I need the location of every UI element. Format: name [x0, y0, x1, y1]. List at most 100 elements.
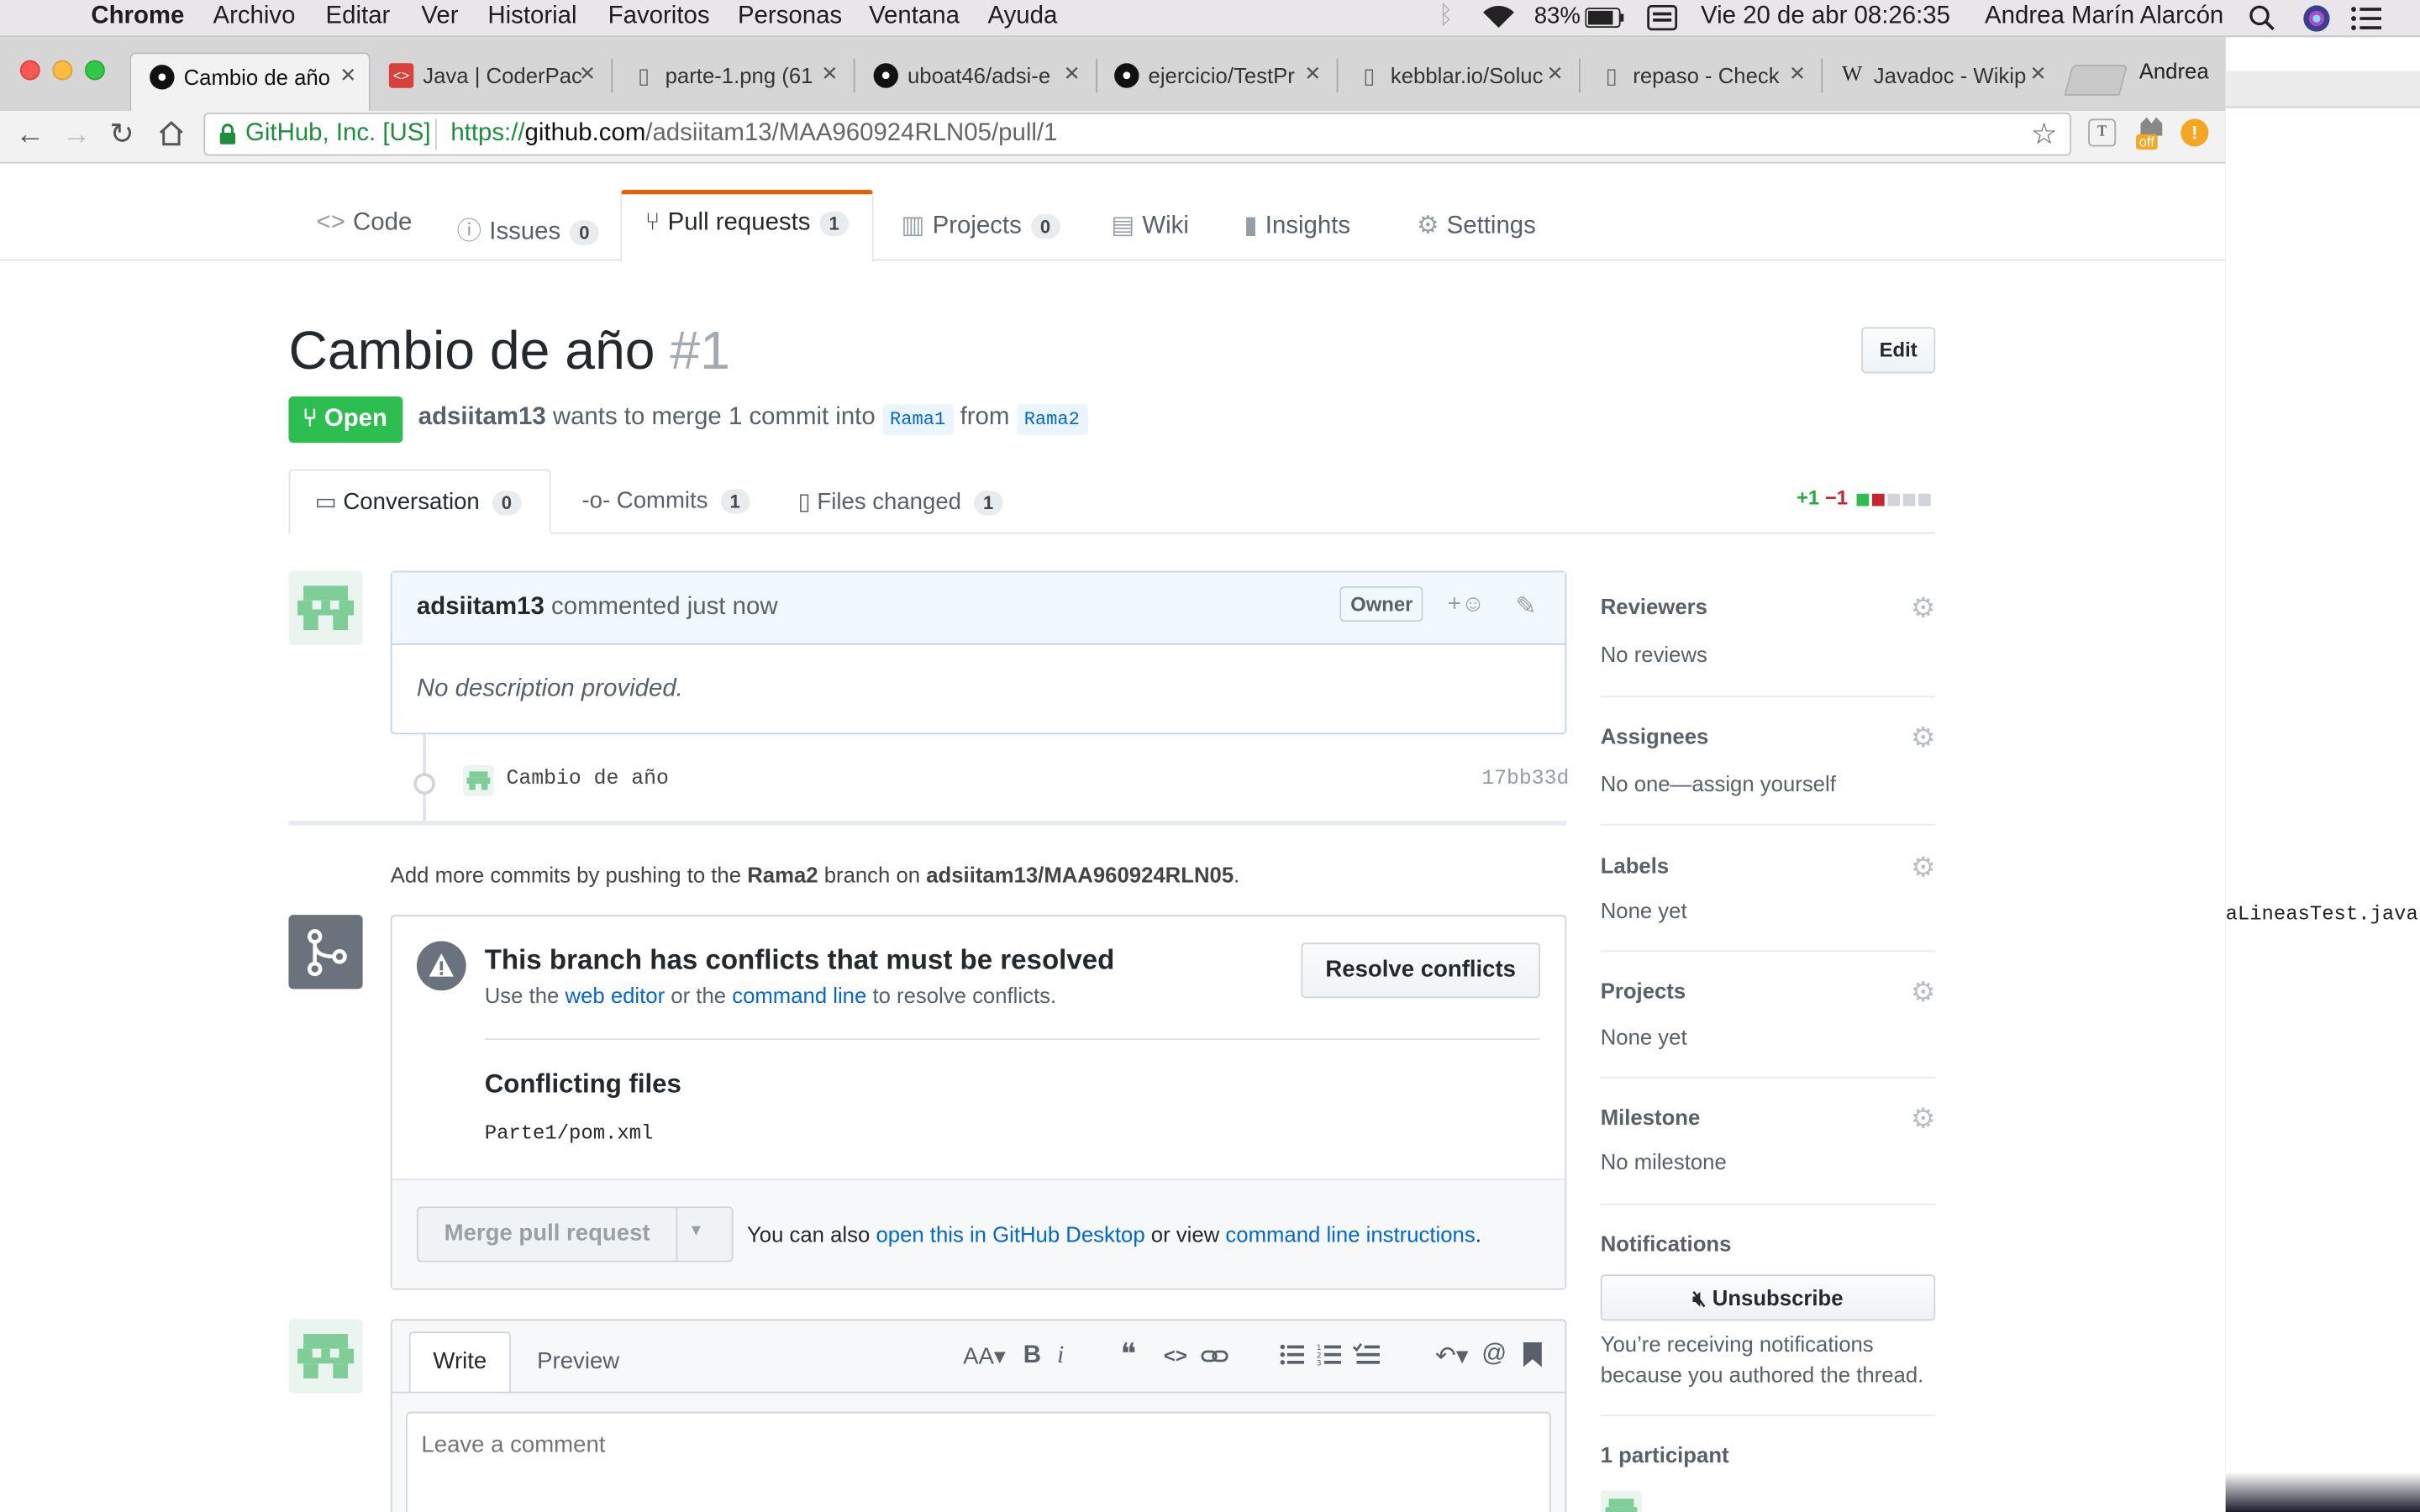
repo-nav-projects[interactable]: ▥ Projects 0 — [902, 210, 1060, 241]
tab-files-changed[interactable]: ▯ Files changed 1 — [798, 487, 1003, 516]
browser-tab[interactable]: ▯ kebblar.io/Soluc ✕ — [1338, 52, 1576, 98]
unsubscribe-button[interactable]: 🔇︎ Unsubscribe — [1600, 1274, 1936, 1321]
milestone-heading[interactable]: Milestone — [1601, 1105, 1701, 1129]
comment-textarea[interactable] — [406, 1411, 1551, 1512]
commit-message-link[interactable]: Cambio de año — [506, 769, 668, 792]
extension-adblock-icon[interactable]: off — [2136, 116, 2167, 153]
web-editor-link[interactable]: web editor — [566, 983, 666, 1007]
pr-author-link[interactable]: adsiitam13 — [418, 404, 546, 430]
unordered-list-icon[interactable] — [1280, 1344, 1305, 1373]
security-label[interactable]: GitHub, Inc. [US] — [245, 120, 430, 148]
comment-author-link[interactable]: adsiitam13 — [417, 594, 544, 620]
base-branch-ref[interactable]: Rama1 — [881, 404, 954, 435]
bookmark-star-icon[interactable]: ☆ — [2031, 118, 2057, 153]
link-icon[interactable] — [1201, 1346, 1228, 1373]
keyboard-input-icon[interactable] — [1647, 4, 1678, 39]
window-zoom-button[interactable] — [85, 60, 105, 81]
siri-icon[interactable] — [2302, 5, 2330, 40]
merge-pull-request-button[interactable]: Merge pull request — [418, 1208, 678, 1261]
repo-nav-settings[interactable]: ⚙ Settings — [1417, 210, 1536, 241]
notification-center-icon[interactable] — [2350, 6, 2382, 39]
head-branch-ref[interactable]: Rama2 — [1016, 404, 1088, 435]
app-menu-chrome[interactable]: Chrome — [91, 3, 184, 31]
address-bar[interactable]: GitHub, Inc. [US] https://github.com/ads… — [203, 113, 2071, 156]
tab-close-icon[interactable]: ✕ — [1304, 61, 1321, 86]
projects-gear-icon[interactable]: ⚙ — [1911, 977, 1936, 1010]
assignees-heading[interactable]: Assignees — [1601, 723, 1709, 748]
battery-icon[interactable] — [1585, 8, 1625, 35]
forward-arrow-icon[interactable]: → — [61, 118, 91, 152]
participant-avatar[interactable] — [1600, 1490, 1643, 1512]
command-line-instructions-link[interactable]: command line instructions — [1225, 1222, 1475, 1247]
milestone-gear-icon[interactable]: ⚙ — [1911, 1103, 1936, 1136]
repo-nav-wiki[interactable]: ▤ Wiki — [1111, 210, 1188, 241]
menubar-user[interactable]: Andrea Marín Alarcón — [1985, 3, 2223, 31]
browser-tab[interactable]: ● ejercicio/TestPr ✕ — [1096, 52, 1334, 98]
menu-archivo[interactable]: Archivo — [213, 3, 295, 31]
repo-nav-pull-requests[interactable]: ⑂ Pull requests 1 — [645, 210, 849, 238]
tab-close-icon[interactable]: ✕ — [1789, 61, 1806, 86]
extension-t-icon[interactable]: T — [2088, 118, 2117, 147]
quote-tool-button[interactable]: ❝ — [1120, 1337, 1136, 1373]
projects-heading[interactable]: Projects — [1601, 978, 1686, 1002]
heading-tool-button[interactable]: AA▾ — [963, 1342, 1006, 1370]
back-arrow-icon[interactable]: ← — [15, 118, 45, 152]
home-icon[interactable] — [157, 120, 185, 154]
italic-tool-button[interactable]: i — [1057, 1342, 1064, 1370]
command-line-link[interactable]: command line — [732, 983, 866, 1007]
avatar[interactable] — [288, 1319, 363, 1394]
assignees-value[interactable]: No one—assign yourself — [1601, 771, 1836, 795]
tab-close-icon[interactable]: ✕ — [1064, 61, 1081, 86]
tab-conversation[interactable]: ▭ Conversation 0 — [288, 469, 551, 534]
tab-close-icon[interactable]: ✕ — [1547, 61, 1564, 86]
wifi-icon[interactable] — [1481, 5, 1515, 38]
menu-personas[interactable]: Personas — [738, 3, 842, 31]
open-github-desktop-link[interactable]: open this in GitHub Desktop — [876, 1222, 1144, 1247]
comment-timestamp[interactable]: commented just now — [551, 594, 778, 620]
window-minimize-button[interactable] — [52, 60, 73, 81]
tab-close-icon[interactable]: ✕ — [579, 61, 596, 86]
tab-close-icon[interactable]: ✕ — [821, 61, 838, 86]
window-close-button[interactable] — [19, 60, 40, 81]
new-tab-button[interactable] — [2064, 65, 2128, 96]
add-reaction-button[interactable]: +☺ — [1448, 591, 1485, 617]
menu-ver[interactable]: Ver — [421, 3, 458, 31]
browser-tab[interactable]: ● uboat46/adsi-e ✕ — [855, 52, 1093, 98]
browser-update-alert-icon[interactable]: ! — [2181, 118, 2209, 147]
bookmark-icon[interactable] — [1523, 1341, 1542, 1375]
browser-tab-active[interactable]: ● Cambio de año ✕ — [129, 52, 371, 112]
resolve-conflicts-button[interactable]: Resolve conflicts — [1301, 942, 1541, 999]
avatar[interactable] — [288, 570, 363, 645]
reply-icon[interactable]: ↶▾ — [1435, 1341, 1468, 1372]
browser-tab[interactable]: ▯ repaso - Check ✕ — [1581, 52, 1818, 98]
browser-tab[interactable]: ▯ parte-1.png (61 ✕ — [613, 52, 850, 98]
menubar-datetime[interactable]: Vie 20 de abr 08:26:35 — [1701, 3, 1950, 31]
ordered-list-icon[interactable]: 123 — [1317, 1343, 1342, 1373]
mention-tool-button[interactable]: @ — [1481, 1341, 1507, 1368]
edit-comment-pencil-icon[interactable]: ✎ — [1516, 591, 1537, 622]
labels-gear-icon[interactable]: ⚙ — [1911, 852, 1936, 885]
menu-ventana[interactable]: Ventana — [869, 3, 960, 31]
repo-nav-issues[interactable]: ⓘ Issues 0 — [457, 210, 599, 247]
menu-ayuda[interactable]: Ayuda — [988, 3, 1058, 31]
menu-editar[interactable]: Editar — [326, 3, 391, 31]
reload-icon[interactable]: ↻ — [109, 118, 134, 153]
reviewers-heading[interactable]: Reviewers — [1601, 594, 1707, 618]
assignees-gear-icon[interactable]: ⚙ — [1911, 722, 1936, 755]
labels-heading[interactable]: Labels — [1601, 853, 1669, 878]
code-tool-button[interactable]: <> — [1164, 1344, 1187, 1368]
url-text[interactable]: https://github.com/adsiitam13/MAA960924R… — [450, 120, 1057, 148]
write-tab[interactable]: Write — [408, 1331, 511, 1394]
spotlight-search-icon[interactable] — [2249, 5, 2275, 39]
commit-sha-link[interactable]: 17bb33d — [1481, 769, 1569, 792]
preview-tab[interactable]: Preview — [537, 1348, 619, 1374]
merge-method-dropdown-icon[interactable]: ▾ — [692, 1219, 701, 1241]
bold-tool-button[interactable]: B — [1023, 1342, 1041, 1370]
tab-close-icon[interactable]: ✕ — [339, 63, 356, 87]
menu-historial[interactable]: Historial — [487, 3, 576, 31]
tab-close-icon[interactable]: ✕ — [2029, 61, 2046, 86]
browser-tab[interactable]: W Javadoc - Wikip ✕ — [1821, 52, 2059, 98]
profile-button[interactable]: Andrea — [2139, 59, 2209, 83]
browser-tab[interactable]: <> Java | CoderPac ✕ — [371, 52, 608, 98]
commit-avatar[interactable] — [463, 765, 494, 796]
